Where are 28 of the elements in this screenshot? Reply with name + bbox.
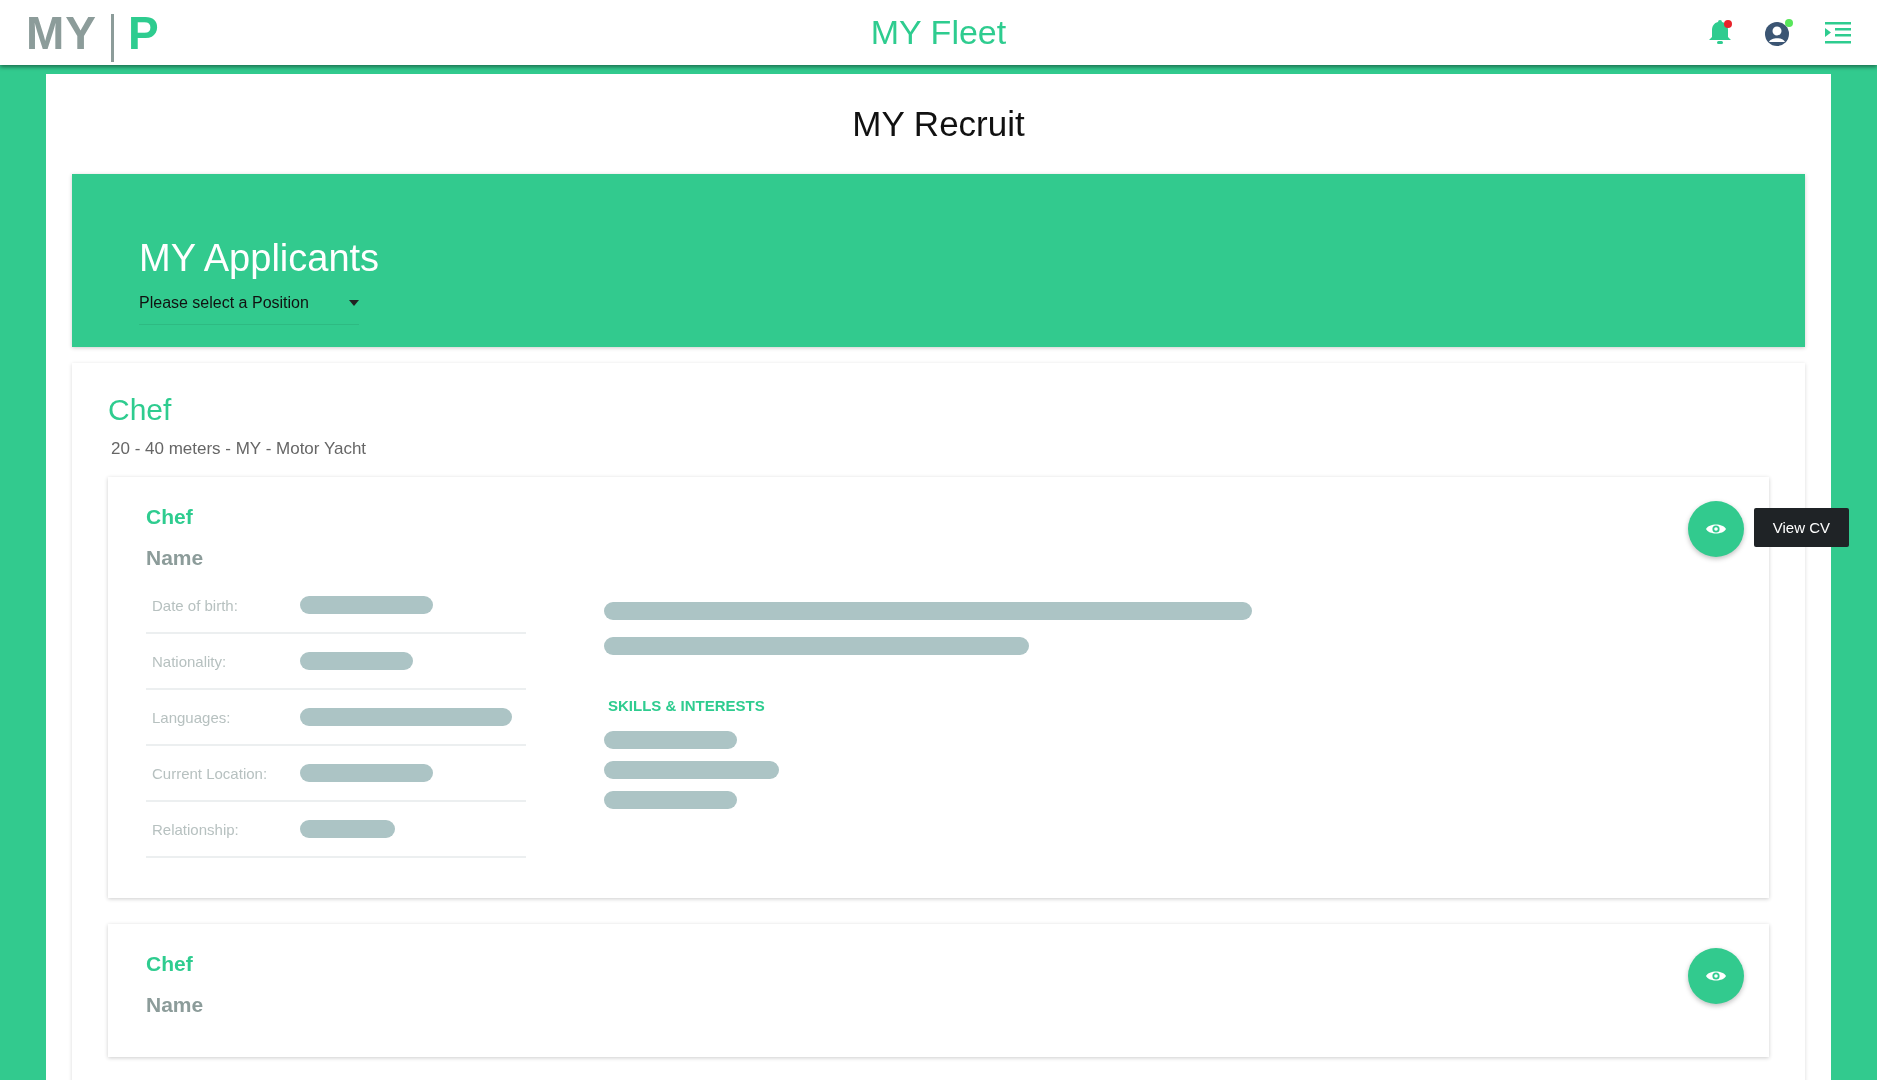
menu-icon[interactable]: [1825, 20, 1851, 45]
logo-divider: [111, 13, 114, 62]
app-title: MY Fleet: [870, 13, 1007, 52]
applicant-name: Name: [146, 546, 205, 570]
applicant-role: Chef: [146, 952, 194, 976]
applicant-name: Name: [146, 993, 205, 1017]
bell-icon[interactable]: [1707, 18, 1733, 47]
logo-text: P: [128, 5, 160, 60]
field-label: Nationality:: [152, 652, 228, 670]
skills-heading: SKILLS & INTERESTS: [608, 697, 766, 714]
view-cv-button[interactable]: [1688, 948, 1744, 1004]
position-select[interactable]: Please select a Position: [139, 294, 359, 325]
field-label: Languages:: [152, 708, 232, 726]
applicant-role: Chef: [146, 505, 194, 529]
caret-icon: [349, 300, 359, 306]
eye-icon: [1706, 969, 1726, 983]
eye-icon: [1706, 522, 1726, 536]
tooltip: View CV: [1753, 508, 1849, 547]
page-title: MY Recruit: [851, 103, 1026, 145]
banner-title: MY Applicants: [139, 237, 381, 280]
field-label: Date of birth:: [152, 596, 239, 614]
view-cv-button[interactable]: [1688, 501, 1744, 557]
position-subtitle: 20 - 40 meters - MY - Motor Yacht: [111, 439, 368, 459]
field-label: Relationship:: [152, 820, 240, 838]
field-label: Current Location:: [152, 764, 269, 782]
user-icon[interactable]: [1763, 17, 1795, 48]
logo-text: MY: [26, 5, 97, 60]
position-title: Chef: [108, 393, 173, 427]
